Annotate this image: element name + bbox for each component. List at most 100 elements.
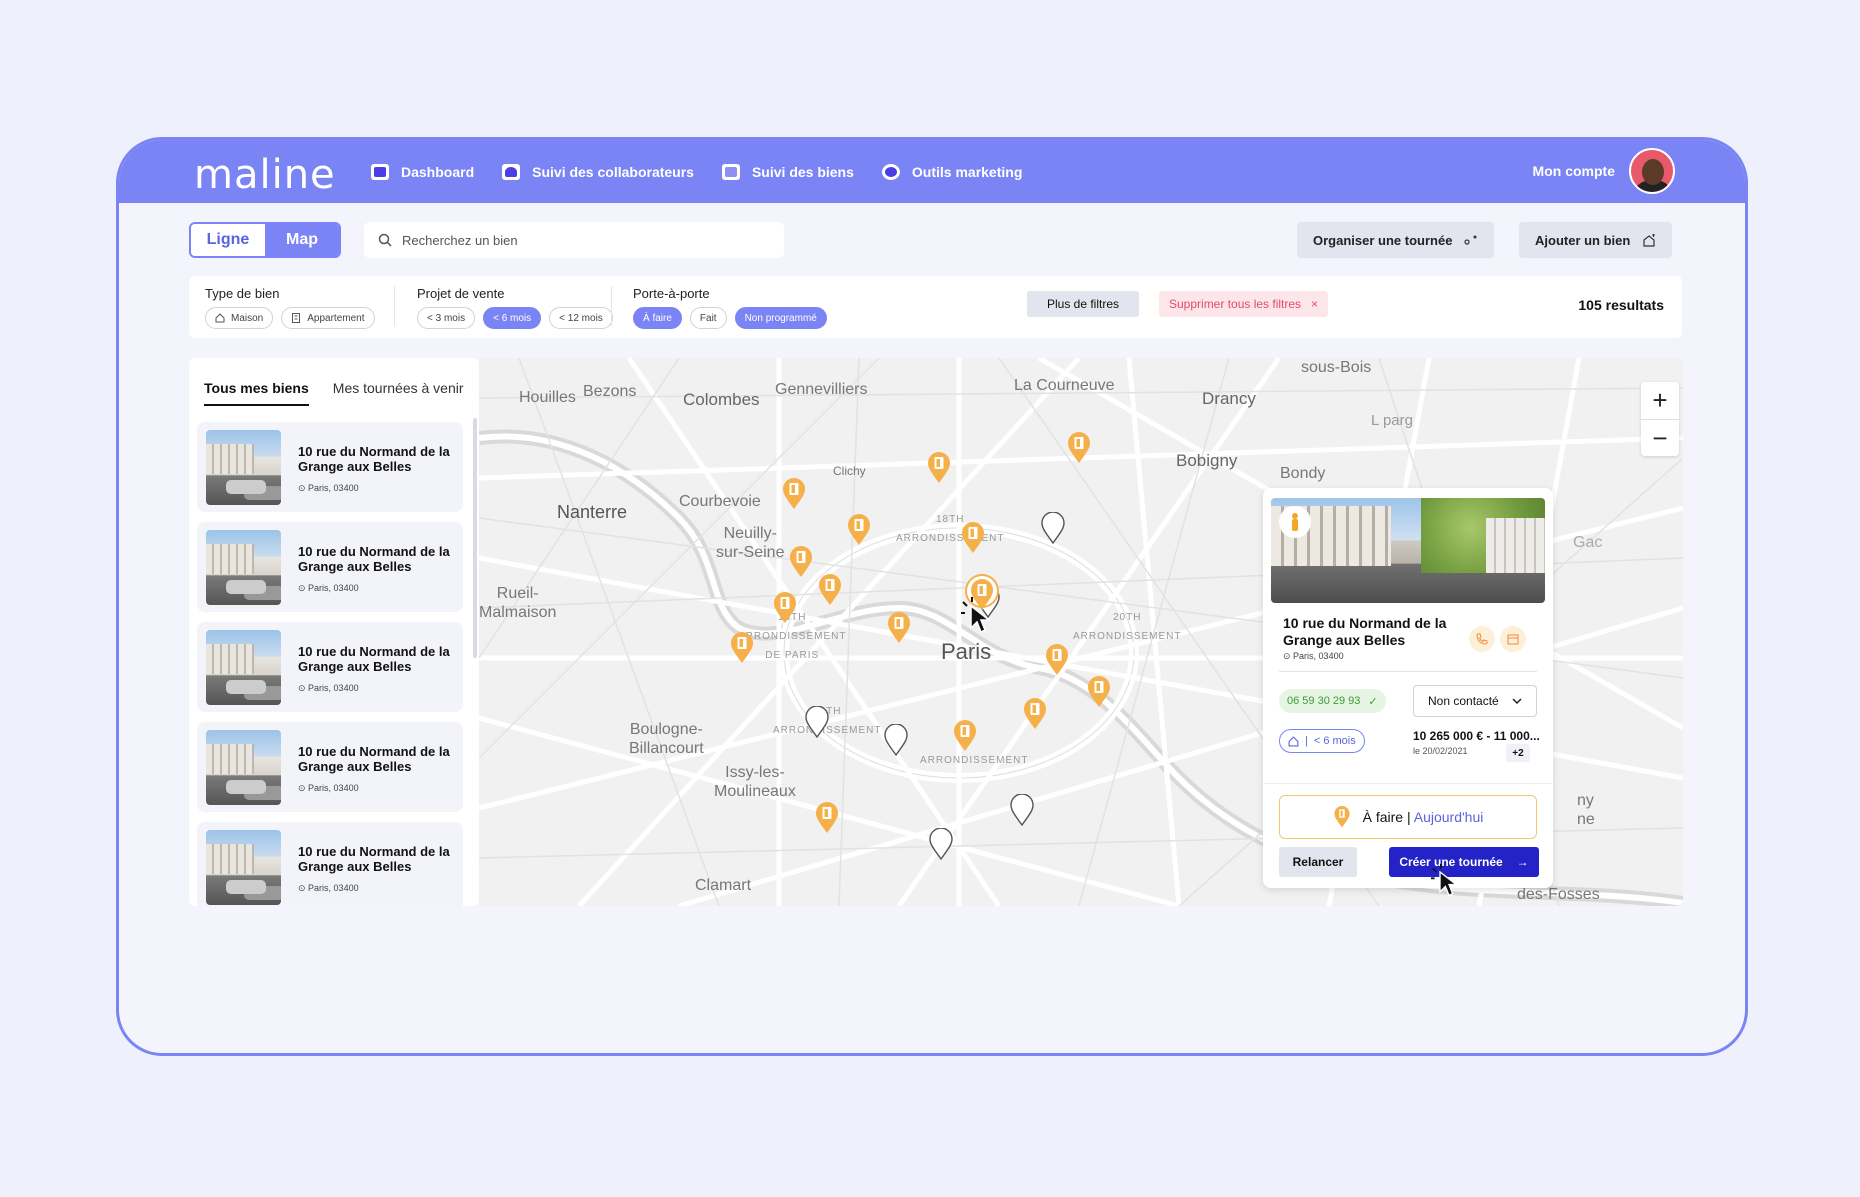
address-text: Paris, 03400 [308, 683, 359, 693]
porte-a-porte-status[interactable]: À faire | Aujourd'hui [1279, 795, 1537, 839]
property-pin-icon[interactable] [818, 574, 842, 606]
property-photo [206, 830, 281, 905]
property-pin-icon[interactable] [847, 514, 871, 546]
phone-icon[interactable] [1469, 626, 1495, 652]
map-view-button[interactable]: Map [265, 224, 339, 256]
empty-pin-icon[interactable] [805, 706, 829, 738]
property-title: 10 rue du Normand de la Grange aux Belle… [298, 744, 450, 774]
map-label-nanterre: Nanterre [557, 502, 628, 522]
zoom-in-button[interactable]: + [1641, 382, 1679, 419]
chip-maison[interactable]: Maison [205, 307, 274, 329]
chip-non-programme[interactable]: Non programmé [734, 307, 827, 329]
zoom-out-button[interactable]: − [1641, 419, 1679, 456]
property-address: ⊙ Paris, 03400 [298, 483, 359, 493]
clear-filters-button[interactable]: Supprimer tous les filtres × [1159, 291, 1329, 317]
nav-suivi-biens[interactable]: Suivi des biens [721, 163, 854, 180]
check-icon: ✓ [1368, 695, 1378, 708]
property-pin-icon[interactable] [730, 632, 754, 664]
more-count-badge[interactable]: +2 [1506, 744, 1530, 762]
list-item[interactable]: 10 rue du Normand de la Grange aux Belle… [197, 622, 463, 712]
chip-a-faire[interactable]: À faire [633, 307, 682, 329]
empty-pin-icon[interactable] [1010, 794, 1034, 826]
empty-pin-icon[interactable] [884, 724, 908, 756]
todo-separator: | [1406, 809, 1411, 825]
door-pin-icon [1334, 806, 1350, 828]
list-item[interactable]: 10 rue du Normand de la Grange aux Belle… [197, 422, 463, 512]
project-tag: | < 6 mois [1279, 729, 1365, 753]
calendar-icon[interactable] [1500, 626, 1526, 652]
phone-text: 06 59 30 29 93 [1287, 695, 1361, 707]
arrow-right-icon: → [1516, 855, 1529, 869]
property-address: ⊙ Paris, 03400 [298, 883, 359, 893]
property-pin-icon[interactable] [773, 592, 797, 624]
target-icon [881, 163, 900, 180]
chip-appartement[interactable]: Appartement [281, 307, 375, 329]
nav-label: Suivi des biens [751, 163, 854, 180]
more-filters-button[interactable]: Plus de filtres [1027, 291, 1139, 317]
building-icon [292, 313, 301, 323]
list-item[interactable]: 10 rue du Normand de la Grange aux Belle… [197, 522, 463, 612]
map-view[interactable]: Houilles Bezons Colombes Gennevilliers L… [479, 358, 1683, 906]
account-menu[interactable]: Mon compte [1533, 148, 1675, 194]
relancer-button[interactable]: Relancer [1279, 847, 1357, 877]
property-pin-icon[interactable] [1067, 432, 1091, 464]
chip-12-mois[interactable]: < 12 mois [549, 307, 613, 329]
address-text: Paris, 03400 [308, 783, 359, 793]
property-pin-icon[interactable] [1045, 644, 1069, 676]
tab-tous-mes-biens[interactable]: Tous mes biens [204, 380, 309, 406]
phone-number-badge[interactable]: 06 59 30 29 93 ✓ [1279, 689, 1386, 713]
nav-label: Outils marketing [911, 163, 1023, 180]
property-address: ⊙ Paris, 03400 [298, 683, 359, 693]
property-pin-icon[interactable] [789, 546, 813, 578]
chip-3-mois[interactable]: < 3 mois [417, 307, 476, 329]
list-item[interactable]: 10 rue du Normand de la Grange aux Belle… [197, 722, 463, 812]
map-label-bobigny: Bobigny [1176, 451, 1238, 470]
nav-suivi-collaborateurs[interactable]: Suivi des collaborateurs [502, 163, 694, 180]
address-text: Paris, 03400 [1293, 651, 1344, 661]
property-title: 10 rue du Normand de la Grange aux Belle… [298, 444, 450, 474]
tab-mes-tournees[interactable]: Mes tournées à venir [333, 380, 464, 406]
property-pin-icon[interactable] [927, 452, 951, 484]
address-text: Paris, 03400 [308, 483, 359, 493]
map-label-sous-bois: sous-Bois [1301, 359, 1372, 376]
property-pin-icon[interactable] [887, 612, 911, 644]
chip-6-mois[interactable]: < 6 mois [483, 307, 542, 329]
property-pin-icon[interactable] [782, 478, 806, 510]
property-pin-icon[interactable] [1023, 698, 1047, 730]
scrollbar[interactable] [473, 418, 477, 658]
maline-logo[interactable]: maline [194, 152, 336, 198]
ligne-view-button[interactable]: Ligne [191, 224, 265, 256]
nav-dashboard[interactable]: Dashboard [371, 163, 474, 180]
user-icon [502, 163, 521, 180]
nav-outils-marketing[interactable]: Outils marketing [881, 163, 1023, 180]
tag-separator: | [1305, 735, 1308, 747]
list-item[interactable]: 10 rue du Normand de la Grange aux Belle… [197, 822, 463, 906]
contact-status-select[interactable]: Non contacté [1413, 685, 1537, 717]
popup-title: 10 rue du Normand de la Grange aux Belle… [1283, 615, 1447, 648]
chip-label: Appartement [307, 312, 365, 324]
map-label-clichy: Clichy [833, 464, 866, 478]
property-pin-icon[interactable] [953, 720, 977, 752]
cursor-icon [1431, 863, 1459, 897]
property-photo [206, 430, 281, 505]
search-input[interactable] [402, 232, 762, 248]
results-count: 105 resultats [1578, 297, 1664, 313]
ajouter-bien-button[interactable]: Ajouter un bien [1519, 222, 1673, 258]
avatar[interactable] [1629, 148, 1675, 194]
property-pin-icon[interactable] [815, 802, 839, 834]
property-title: 10 rue du Normand de la Grange aux Belle… [298, 844, 450, 874]
checklist-icon [721, 163, 740, 180]
empty-pin-icon[interactable] [929, 828, 953, 860]
filter-type-bien: Type de bien Maison Appartement [205, 286, 375, 329]
property-pin-icon[interactable] [1087, 676, 1111, 708]
chip-label: Maison [231, 312, 264, 324]
empty-pin-icon[interactable] [1041, 512, 1065, 544]
add-house-icon [1643, 233, 1656, 247]
organiser-tournee-button[interactable]: Organiser une tournée [1297, 222, 1495, 258]
property-pin-icon[interactable] [961, 522, 985, 554]
chip-fait[interactable]: Fait [689, 307, 727, 329]
price-range: 10 265 000 € - 11 000... [1413, 729, 1540, 743]
property-photo [206, 730, 281, 805]
search-icon [378, 233, 392, 247]
agent-icon [1279, 506, 1311, 538]
